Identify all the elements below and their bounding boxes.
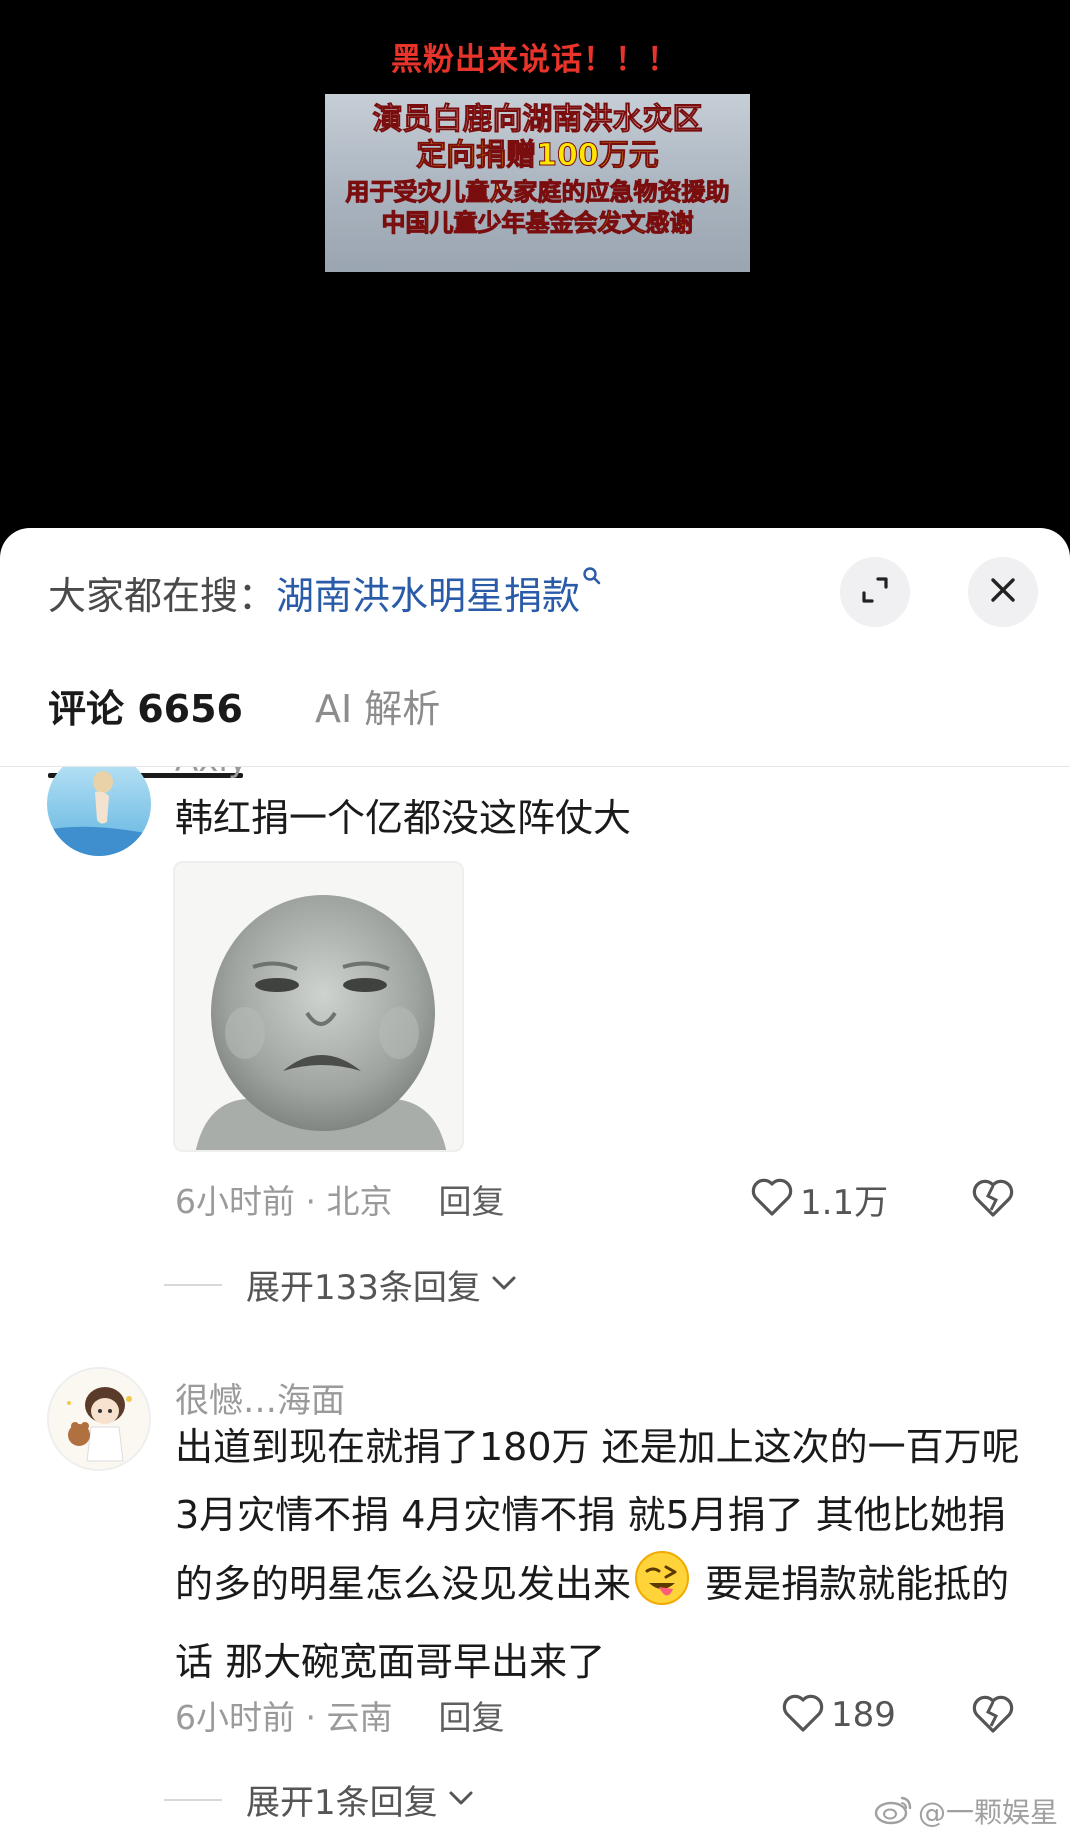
comment-meta: 6小时前 · 云南 回复 189 [175,1690,1035,1740]
divider-line [164,1283,222,1286]
news-line-3: 用于受灾儿童及家庭的应急物资援助 [345,178,730,207]
weibo-watermark: @一颗娱星 [874,1791,1058,1831]
heart-icon [781,1693,825,1737]
news-line-4: 中国儿童少年基金会发文感谢 [381,208,694,237]
comment-text: 韩红捐一个亿都没这阵仗大 [175,796,632,840]
expand-replies-button[interactable]: 展开133条回复 [164,1260,517,1309]
dislike-broken-heart-icon[interactable] [971,1178,1015,1222]
close-button[interactable] [968,557,1038,627]
news-line-1: 演员白鹿向湖南洪水灾区 [372,102,703,138]
video-player[interactable]: 黑粉出来说话！！！ 演员白鹿向湖南洪水灾区 定向捐赠100万元 用于受灾儿童及家… [0,0,1070,540]
like-button[interactable]: 1.1万 [750,1175,888,1224]
reply-button[interactable]: 回复 [438,1691,504,1739]
comment-item: Axiy 韩红捐一个亿都没这阵仗大 [0,767,1070,1312]
trending-search-term[interactable]: 湖南洪水明星捐款 [276,565,580,620]
comment-sticker-image[interactable] [173,861,464,1152]
expand-replies-button[interactable]: 展开1条回复 [164,1775,474,1824]
tab-comments[interactable]: 评论 6656 [48,678,243,778]
comment-time-location: 6小时前 · 云南 [175,1698,393,1737]
news-graphic: 演员白鹿向湖南洪水灾区 定向捐赠100万元 用于受灾儿童及家庭的应急物资援助 中… [325,94,750,272]
expand-icon [858,573,892,611]
like-count: 1.1万 [800,1182,889,1223]
reply-button[interactable]: 回复 [438,1175,504,1223]
search-icon [582,566,602,592]
like-button[interactable]: 189 [781,1693,896,1737]
heart-icon [750,1177,794,1221]
avatar[interactable] [47,767,151,856]
comment-meta: 6小时前 · 北京 回复 1.1万 [175,1174,1035,1224]
trending-search-prefix: 大家都在搜： [48,573,277,618]
comment-username[interactable]: Axiy [175,767,248,780]
chevron-down-icon [448,1789,474,1811]
winking-tongue-emoji-icon [633,1549,691,1628]
comment-text: 出道到现在就捐了180万 还是加上这次的一百万呢 3月灾情不捐 4月灾情不捐 就… [175,1413,1035,1696]
news-line-2: 定向捐赠100万元 [416,138,660,174]
expand-replies-label: 展开1条回复 [246,1783,438,1823]
tab-bar: 评论 6656 AI 解析 [48,678,512,778]
comment-sheet: 大家都在搜： 湖南洪水明星捐款 评论 6656 AI 解析 韩红捐一个亿都没这阵… [0,528,1070,1835]
divider-line [164,1798,222,1801]
dislike-broken-heart-icon[interactable] [971,1694,1015,1738]
like-count: 189 [831,1695,896,1735]
fullscreen-button[interactable] [840,557,910,627]
comment-time-location: 6小时前 · 北京 [175,1182,393,1221]
weibo-logo-icon [874,1793,914,1829]
chevron-down-icon [491,1274,517,1296]
comment-item: 很憾…海面 出道到现在就捐了180万 还是加上这次的一百万呢 3月灾情不捐 4月… [0,1367,1070,1835]
trending-search[interactable]: 大家都在搜： 湖南洪水明星捐款 [48,562,602,622]
expand-replies-label: 展开133条回复 [246,1268,481,1308]
avatar[interactable] [47,1367,151,1471]
comment-list[interactable]: Axiy 韩红捐一个亿都没这阵仗大 [0,767,1070,1835]
tab-ai-analysis[interactable]: AI 解析 [315,678,440,748]
video-headline: 黑粉出来说话！！！ [391,42,679,78]
close-icon [988,575,1018,609]
watermark-text: @一颗娱星 [917,1796,1058,1829]
